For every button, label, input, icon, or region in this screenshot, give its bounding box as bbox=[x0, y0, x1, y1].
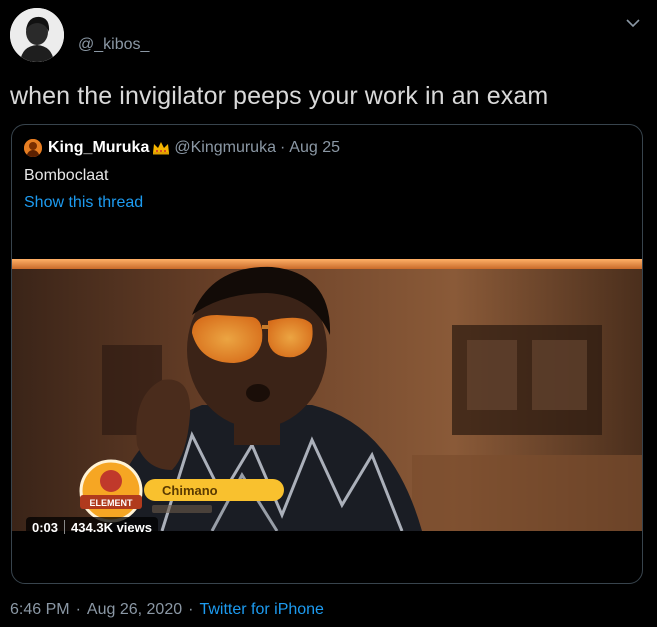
video-frame: ELEMENT Chimano bbox=[12, 255, 642, 555]
quoted-date[interactable]: Aug 25 bbox=[289, 139, 340, 157]
tweet-text: when the invigilator peeps your work in … bbox=[10, 82, 549, 110]
user-handle[interactable]: @_kibos_ bbox=[78, 36, 149, 54]
tweet-time[interactable]: 6:46 PM bbox=[10, 601, 70, 619]
divider bbox=[64, 520, 66, 534]
lower-third-name: Chimano bbox=[162, 483, 218, 498]
video-views: 434.3K views bbox=[71, 519, 152, 535]
quoted-text: Bomboclaat bbox=[24, 167, 109, 184]
crown-icon bbox=[153, 142, 170, 155]
chevron-down-icon[interactable] bbox=[624, 14, 642, 32]
quoted-header: King_Muruka @Kingmuruka · Aug 25 bbox=[24, 137, 340, 159]
tweet-header: @_kibos_ bbox=[10, 8, 650, 68]
separator-dot: · bbox=[188, 601, 194, 618]
video-logo-text: ELEMENT bbox=[89, 498, 133, 508]
separator-dot: · bbox=[279, 139, 286, 156]
separator-dot: · bbox=[75, 601, 81, 618]
quoted-tweet[interactable]: King_Muruka @Kingmuruka · Aug 25 Bombocl… bbox=[11, 124, 643, 584]
video-player[interactable]: ELEMENT Chimano 0:03 434.3K views bbox=[12, 255, 642, 555]
show-thread-link[interactable]: Show this thread bbox=[24, 194, 143, 212]
tweet-date[interactable]: Aug 26, 2020 bbox=[87, 601, 182, 619]
quoted-display-name[interactable]: King_Muruka bbox=[48, 139, 149, 157]
video-time: 0:03 bbox=[32, 519, 59, 535]
tweet-source[interactable]: Twitter for iPhone bbox=[199, 601, 324, 619]
tweet-footer: 6:46 PM · Aug 26, 2020 · Twitter for iPh… bbox=[10, 601, 324, 619]
quoted-handle[interactable]: @Kingmuruka bbox=[174, 139, 276, 157]
video-stats: 0:03 434.3K views bbox=[26, 517, 158, 537]
avatar[interactable] bbox=[10, 8, 64, 62]
quoted-avatar[interactable] bbox=[24, 139, 42, 157]
